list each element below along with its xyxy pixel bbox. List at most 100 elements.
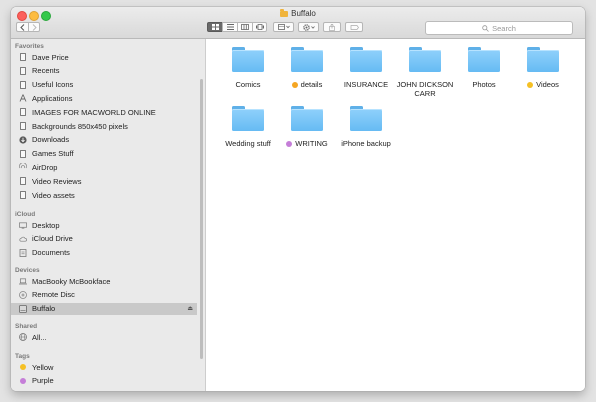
sidebar-item-label: Purple: [32, 376, 54, 386]
document-icon: [19, 66, 27, 75]
sidebar-item-purple[interactable]: Purple: [11, 375, 197, 387]
icon-view-button[interactable]: [207, 22, 222, 32]
documents-icon: [19, 248, 27, 257]
column-view-button[interactable]: [237, 22, 252, 32]
downloads-icon: [19, 135, 27, 144]
folder-icon: [232, 47, 264, 72]
sidebar-section-icloud: iCloud: [15, 211, 36, 218]
folder-name: INSURANCE: [343, 80, 389, 89]
drive-icon: [280, 9, 289, 17]
action-menu-button[interactable]: [298, 22, 319, 32]
sidebar-item-remote-disc[interactable]: Remote Disc: [11, 289, 197, 301]
group-by-button[interactable]: [273, 22, 294, 32]
folder-item[interactable]: Wedding stuff: [216, 106, 280, 149]
folder-icon: [527, 47, 559, 72]
folder-icon: [291, 106, 323, 131]
sidebar-item-label: Recents: [32, 66, 60, 76]
icon-view-content: Comics details INSURANCE JOHN DICKSON CARR P…: [206, 39, 585, 391]
sidebar-item-airdrop[interactable]: AirDrop: [11, 161, 197, 173]
network-icon: [19, 333, 27, 342]
sidebar-scrollbar[interactable]: [200, 79, 203, 359]
tag-icon: [350, 24, 359, 30]
sidebar-item-label: Remote Disc: [32, 290, 75, 300]
gallery-view-button[interactable]: [252, 22, 267, 32]
sidebar-item-macbooky-mcbookface[interactable]: MacBooky McBookface: [11, 275, 197, 287]
sidebar-item-yellow[interactable]: Yellow: [11, 361, 197, 373]
sidebar-item-video-reviews[interactable]: Video Reviews: [11, 175, 197, 187]
folder-item[interactable]: Videos: [511, 47, 575, 90]
folder-name: WRITING: [295, 139, 328, 148]
tag-dot-icon: [291, 82, 298, 88]
folder-item[interactable]: JOHN DICKSON CARR: [393, 47, 457, 98]
sidebar-item-label: Video Reviews: [32, 176, 82, 186]
window-title: Buffalo: [11, 9, 585, 18]
chevron-left-icon: [20, 23, 25, 31]
edit-tags-button[interactable]: [345, 22, 363, 32]
applications-icon: [19, 94, 27, 103]
folder-icon: [291, 47, 323, 72]
sidebar-section-shared: Shared: [15, 323, 38, 330]
folder-name: Comics: [235, 80, 261, 89]
sidebar-item-dave-price[interactable]: Dave Price: [11, 51, 197, 63]
sidebar-item-video-assets[interactable]: Video assets: [11, 189, 197, 201]
sidebar-item-label: MacBooky McBookface: [32, 276, 111, 286]
sidebar-item-documents[interactable]: Documents: [11, 247, 197, 259]
share-button[interactable]: [323, 22, 341, 32]
folder-name: Photos: [472, 80, 496, 89]
folder-item[interactable]: iPhone backup: [334, 106, 398, 149]
folder-name: JOHN DICKSON CARR: [396, 80, 454, 98]
folder-icon: [232, 106, 264, 131]
sidebar-item-all[interactable]: All...: [11, 331, 197, 343]
sidebar-item-label: All...: [32, 332, 47, 342]
folder-label: JOHN DICKSON CARR: [393, 80, 457, 98]
folder-name: Wedding stuff: [225, 139, 271, 148]
sidebar-item-useful-icons[interactable]: Useful Icons: [11, 79, 197, 91]
folder-item[interactable]: Photos: [452, 47, 516, 90]
folder-icon: [468, 47, 500, 72]
sidebar-item-label: Downloads: [32, 135, 70, 145]
folder-item[interactable]: details: [275, 47, 339, 90]
sidebar-item-recents[interactable]: Recents: [11, 65, 197, 77]
sidebar-item-games-stuff[interactable]: Games Stuff: [11, 148, 197, 160]
sidebar-item-label: IMAGES FOR MACWORLD ONLINE: [32, 107, 156, 117]
folder-icon: [350, 106, 382, 131]
sidebar-item-images-for-macworld-online[interactable]: IMAGES FOR MACWORLD ONLINE: [11, 106, 197, 118]
tag-purple-icon: [19, 376, 27, 385]
sidebar-item-label: Buffalo: [32, 304, 56, 314]
drive-icon: [19, 304, 27, 313]
folder-icon: [350, 47, 382, 72]
tag-dot-icon: [527, 82, 534, 88]
document-icon: [19, 177, 27, 186]
document-icon: [19, 122, 27, 131]
folder-item[interactable]: Comics: [216, 47, 280, 90]
back-button[interactable]: [16, 22, 28, 32]
sidebar-item-desktop[interactable]: Desktop: [11, 219, 197, 231]
sidebar-item-label: Applications: [32, 93, 73, 103]
search-field[interactable]: Search: [425, 21, 573, 35]
sidebar-item-label: Useful Icons: [32, 80, 74, 90]
airdrop-icon: [19, 163, 27, 172]
document-icon: [19, 191, 27, 200]
folder-item[interactable]: INSURANCE: [334, 47, 398, 90]
tag-yellow-icon: [19, 363, 27, 372]
share-icon: [329, 23, 335, 31]
list-view-button[interactable]: [222, 22, 237, 32]
sidebar-item-backgrounds-850x450-pixels[interactable]: Backgrounds 850x450 pixels: [11, 120, 197, 132]
forward-button[interactable]: [28, 22, 40, 32]
cloud-icon: [19, 234, 27, 243]
sidebar-item-applications[interactable]: Applications: [11, 92, 197, 104]
folder-name: details: [300, 80, 323, 89]
finder-window: Buffalo Search Favorites Dave Price Rece…: [11, 7, 585, 391]
sidebar-section-devices: Devices: [15, 267, 40, 274]
sidebar-item-label: AirDrop: [32, 162, 58, 172]
document-icon: [19, 80, 27, 89]
sidebar-item-icloud-drive[interactable]: iCloud Drive: [11, 233, 197, 245]
laptop-icon: [19, 277, 27, 286]
gallery-view-icon: [255, 24, 264, 30]
sidebar-item-buffalo[interactable]: Buffalo ⏏: [11, 302, 197, 315]
sidebar-item-downloads[interactable]: Downloads: [11, 134, 197, 146]
folder-label: INSURANCE: [334, 80, 398, 90]
folder-item[interactable]: WRITING: [275, 106, 339, 149]
folder-label: details: [275, 80, 339, 90]
eject-icon[interactable]: ⏏: [187, 305, 193, 312]
